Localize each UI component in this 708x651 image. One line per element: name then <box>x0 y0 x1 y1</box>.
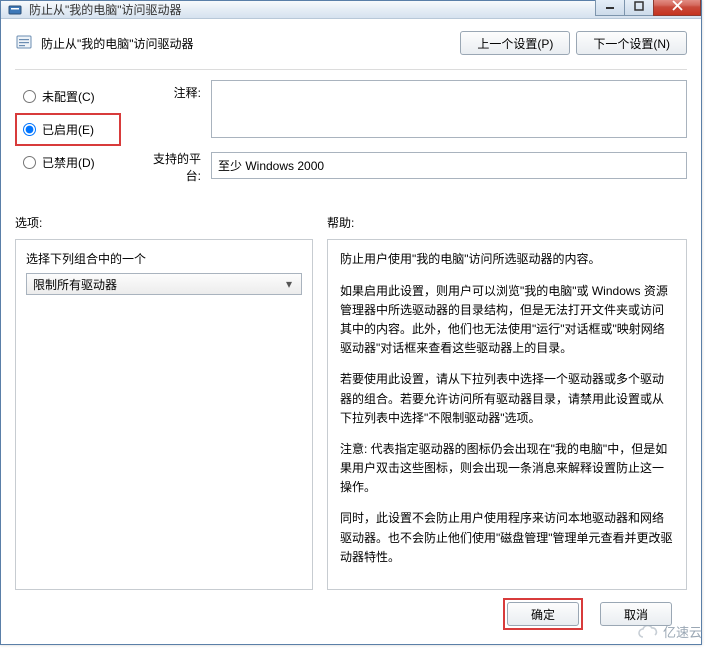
help-label: 帮助: <box>327 214 687 231</box>
ok-button-highlight: 确定 <box>503 598 583 630</box>
minimize-button[interactable] <box>595 0 625 16</box>
options-frame: 选择下列组合中的一个 限制所有驱动器 ▾ <box>15 239 313 590</box>
platform-value: 至少 Windows 2000 <box>211 152 687 179</box>
options-prompt: 选择下列组合中的一个 <box>26 250 302 267</box>
radio-not-configured[interactable]: 未配置(C) <box>17 84 119 109</box>
dialog-content: 防止从"我的电脑"访问驱动器 上一个设置(P) 下一个设置(N) 未配置(C) … <box>1 19 701 644</box>
chevron-down-icon: ▾ <box>281 277 297 291</box>
comment-textarea[interactable] <box>211 80 687 138</box>
help-paragraph: 注意: 代表指定驱动器的图标仍会出现在"我的电脑"中，但是如果用户双击这些图标，… <box>340 440 674 498</box>
titlebar-text: 防止从"我的电脑"访问驱动器 <box>29 1 596 18</box>
radio-enabled[interactable]: 已启用(E) <box>17 117 119 142</box>
policy-icon <box>15 33 35 53</box>
cancel-button-wrap: 取消 <box>597 599 675 629</box>
app-icon <box>7 2 23 18</box>
next-setting-button[interactable]: 下一个设置(N) <box>576 31 687 55</box>
header-row: 防止从"我的电脑"访问驱动器 上一个设置(P) 下一个设置(N) <box>15 31 687 55</box>
options-panel: 选项: 选择下列组合中的一个 限制所有驱动器 ▾ <box>15 214 313 590</box>
help-paragraph: 同时，此设置不会防止用户使用程序来访问本地驱动器和网络驱动器。也不会防止他们使用… <box>340 509 674 567</box>
help-panel: 帮助: 防止用户使用"我的电脑"访问所选驱动器的内容。 如果启用此设置，则用户可… <box>327 214 687 590</box>
panels: 选项: 选择下列组合中的一个 限制所有驱动器 ▾ 帮助: 防止用户使用"我的电脑… <box>15 214 687 590</box>
dropdown-value: 限制所有驱动器 <box>33 276 117 293</box>
maximize-button[interactable] <box>624 0 654 16</box>
divider <box>15 69 687 70</box>
radio-not-configured-input[interactable] <box>23 90 36 103</box>
radio-not-configured-label: 未配置(C) <box>42 88 95 105</box>
platform-label: 支持的平台: <box>139 146 211 184</box>
radio-disabled[interactable]: 已禁用(D) <box>17 150 119 175</box>
titlebar[interactable]: 防止从"我的电脑"访问驱动器 <box>1 1 701 19</box>
close-button[interactable] <box>653 0 701 16</box>
options-label: 选项: <box>15 214 313 231</box>
radio-group: 未配置(C) 已启用(E) 已禁用(D) <box>15 80 121 192</box>
radio-enabled-input[interactable] <box>23 123 36 136</box>
dialog-window: 防止从"我的电脑"访问驱动器 防止从"我的电脑"访问驱动器 上一个设置(P) 下… <box>0 0 702 645</box>
ok-button[interactable]: 确定 <box>507 602 579 626</box>
page-title: 防止从"我的电脑"访问驱动器 <box>41 35 454 52</box>
comment-label: 注释: <box>139 80 211 138</box>
radio-enabled-label: 已启用(E) <box>42 121 94 138</box>
fields-column: 注释: 支持的平台: 至少 Windows 2000 <box>139 80 687 192</box>
window-controls <box>596 0 701 16</box>
help-frame[interactable]: 防止用户使用"我的电脑"访问所选驱动器的内容。 如果启用此设置，则用户可以浏览"… <box>327 239 687 590</box>
prev-setting-button[interactable]: 上一个设置(P) <box>460 31 570 55</box>
help-paragraph: 若要使用此设置，请从下拉列表中选择一个驱动器或多个驱动器的组合。若要允许访问所有… <box>340 370 674 428</box>
radio-disabled-input[interactable] <box>23 156 36 169</box>
help-paragraph: 如果启用此设置，则用户可以浏览"我的电脑"或 Windows 资源管理器中所选驱… <box>340 282 674 359</box>
help-paragraph: 防止用户使用"我的电脑"访问所选驱动器的内容。 <box>340 250 674 269</box>
footer: 确定 取消 <box>15 590 687 640</box>
cancel-button[interactable]: 取消 <box>600 602 672 626</box>
radio-disabled-label: 已禁用(D) <box>42 154 95 171</box>
config-section: 未配置(C) 已启用(E) 已禁用(D) <box>15 80 687 192</box>
restriction-dropdown[interactable]: 限制所有驱动器 ▾ <box>26 273 302 295</box>
